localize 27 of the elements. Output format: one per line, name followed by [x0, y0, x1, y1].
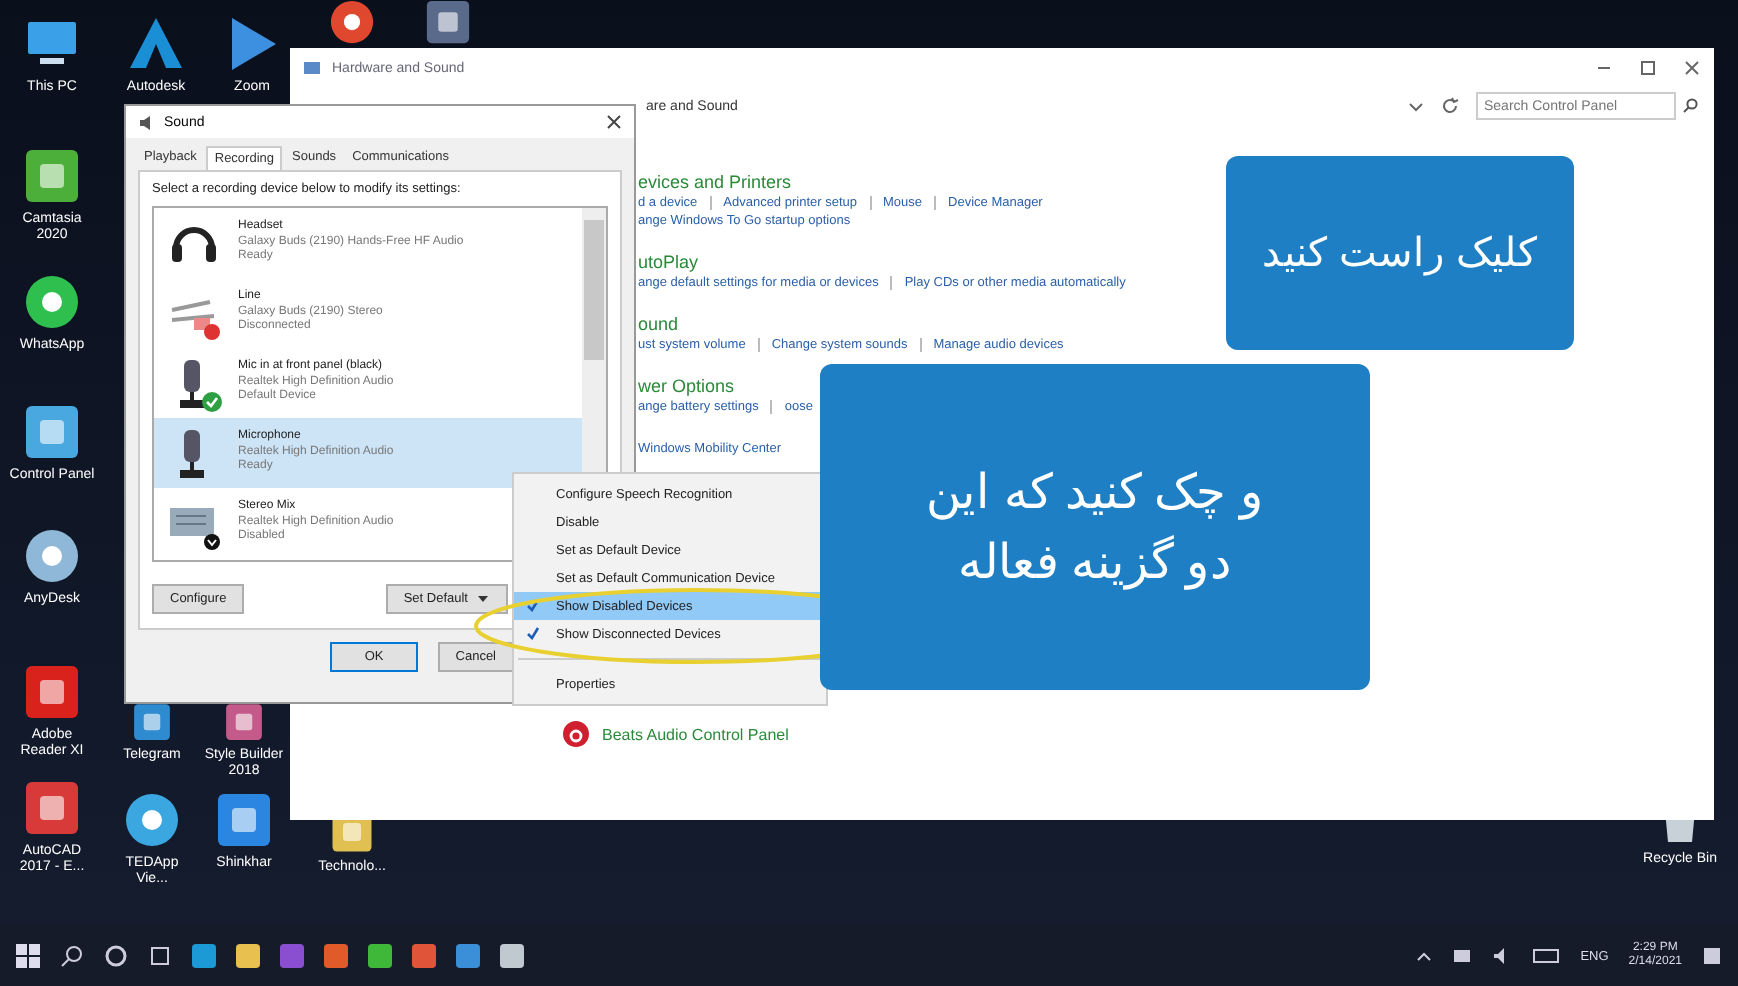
section-heading[interactable]: wer Options	[638, 376, 735, 396]
beats-logo-icon	[562, 720, 590, 748]
scroll-thumb[interactable]	[584, 220, 604, 360]
section-heading[interactable]: evices and Printers	[638, 172, 792, 192]
callout-text: کلیک راست کنید	[1261, 230, 1539, 278]
section-heading[interactable]: utoPlay	[638, 252, 699, 272]
keyboard-icon	[1532, 946, 1561, 966]
task-view-icon	[148, 944, 172, 968]
section-heading[interactable]: ound	[638, 314, 679, 334]
close-icon	[1682, 58, 1702, 78]
circle-icon	[104, 944, 128, 968]
search-icon	[1682, 98, 1698, 114]
maximize-icon	[1638, 58, 1658, 78]
windows-start-icon	[16, 944, 40, 968]
window-icon	[302, 58, 322, 78]
speaker-icon	[138, 113, 156, 131]
callout-text: دو گزینه فعاله	[957, 533, 1233, 591]
section-heading[interactable]: Beats Audio Control Panel	[602, 725, 789, 743]
caret-icon	[476, 592, 490, 606]
chevron-down-icon	[1408, 98, 1424, 114]
refresh-icon	[1440, 96, 1460, 116]
close-icon	[606, 114, 622, 130]
network-icon	[1452, 946, 1473, 966]
callout-text: و چک کنید که این	[926, 463, 1264, 521]
chevron-up-icon	[1416, 948, 1433, 964]
notification-icon	[1702, 946, 1722, 966]
search-icon	[60, 944, 84, 968]
